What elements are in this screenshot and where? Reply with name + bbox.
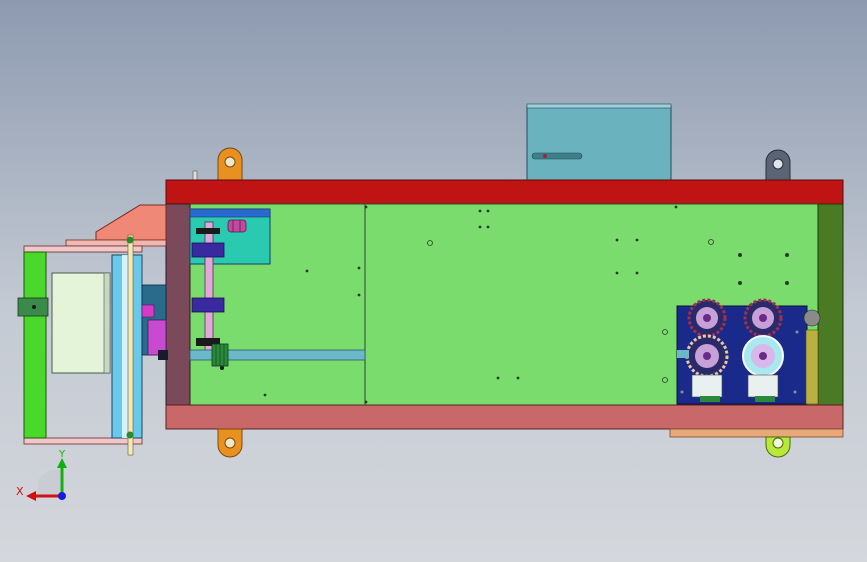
triad-x-label: X xyxy=(16,485,24,498)
end-post-left xyxy=(165,203,191,406)
motor-housing xyxy=(51,272,111,374)
triad-y-label: Y xyxy=(58,449,66,460)
gearbox xyxy=(141,284,168,360)
gear-top-left xyxy=(687,298,727,338)
triad-icon: Y X xyxy=(16,449,67,501)
gear-bottom-left xyxy=(685,334,729,378)
bottom-ledge xyxy=(669,428,844,438)
motor-box xyxy=(526,103,672,181)
frame-bottom-rail xyxy=(165,404,844,430)
frame-top-rail xyxy=(165,179,844,205)
gear-top-right xyxy=(743,298,783,338)
end-post-right xyxy=(817,203,844,406)
cad-viewport[interactable]: Y X xyxy=(0,0,867,562)
frame-pin xyxy=(192,170,198,181)
lift-lug-bottom-left xyxy=(217,428,243,458)
lift-lug-top-left xyxy=(217,147,243,181)
side-bracket xyxy=(65,204,167,247)
gear-assembly xyxy=(676,298,821,405)
lift-lug-top-right xyxy=(765,149,791,181)
roller xyxy=(111,234,143,456)
lift-lug-bottom-right xyxy=(765,436,791,458)
gear-bottom-right xyxy=(742,335,784,377)
